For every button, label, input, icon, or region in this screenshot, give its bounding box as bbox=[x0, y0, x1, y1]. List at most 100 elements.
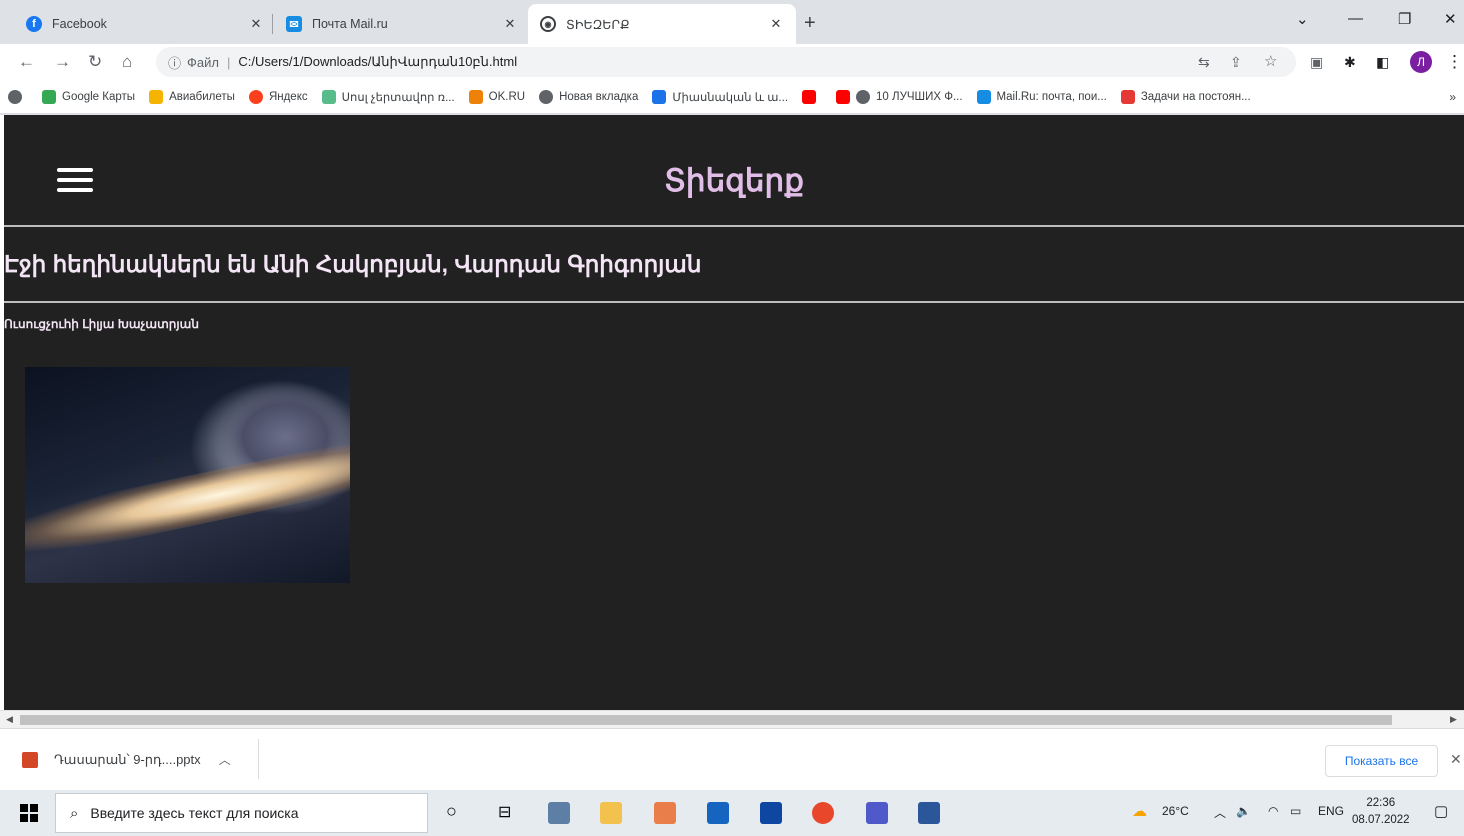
address-url[interactable]: C:/Users/1/Downloads/ԱնիՎարդան10բն.html bbox=[238, 54, 517, 70]
show-all-button[interactable]: Показать все bbox=[1325, 745, 1438, 777]
reload-icon[interactable]: ↻ bbox=[88, 52, 102, 72]
page-viewport: Տիեզերք Էջի հեղինակներն են Անի Հակոբյան,… bbox=[0, 115, 1464, 710]
side-panel-icon[interactable]: ◧ bbox=[1376, 54, 1389, 71]
tab-title: Facebook bbox=[52, 17, 107, 31]
file-explorer-icon[interactable] bbox=[600, 802, 622, 824]
minimize-button[interactable]: — bbox=[1348, 10, 1363, 27]
share-icon[interactable]: ⇪ bbox=[1230, 54, 1242, 71]
battery-icon[interactable]: ▭ bbox=[1290, 804, 1301, 818]
home-icon[interactable]: ⌂ bbox=[122, 52, 132, 72]
tab-mail[interactable]: ✉ Почта Mail.ru ✕ bbox=[274, 4, 530, 44]
scroll-right-icon[interactable]: ▶ bbox=[1450, 714, 1457, 725]
notifications-icon[interactable]: ▢ bbox=[1434, 802, 1448, 820]
black-hole-image bbox=[25, 367, 350, 583]
tab-facebook[interactable]: f Facebook ✕ bbox=[14, 4, 276, 44]
horizontal-scrollbar[interactable]: ◀ ▶ bbox=[0, 710, 1464, 728]
app-icon[interactable] bbox=[654, 802, 676, 824]
more-bookmarks-icon[interactable]: » bbox=[1449, 90, 1456, 104]
info-icon[interactable]: ⓘ bbox=[168, 53, 181, 72]
tab-active-page[interactable]: ◉ ՏԻԵԶԵՐՔ ✕ bbox=[528, 4, 796, 44]
teams-icon[interactable] bbox=[866, 802, 888, 824]
page-body: Տիեզերք Էջի հեղինակներն են Անի Հակոբյան,… bbox=[4, 115, 1464, 710]
close-icon[interactable]: ✕ bbox=[502, 16, 518, 32]
forward-icon[interactable]: → bbox=[54, 52, 71, 72]
at-icon bbox=[976, 89, 991, 104]
globe-icon bbox=[539, 89, 554, 104]
restore-button[interactable]: ❐ bbox=[1398, 10, 1411, 28]
mail-icon: ✉ bbox=[286, 16, 302, 32]
close-icon[interactable]: ✕ bbox=[248, 16, 264, 32]
ticket-icon bbox=[149, 89, 164, 104]
language-indicator[interactable]: ENG bbox=[1318, 804, 1344, 818]
weather-icon[interactable]: ☁ bbox=[1132, 802, 1147, 820]
tab-separator bbox=[272, 14, 273, 34]
clock-date: 08.07.2022 bbox=[1352, 814, 1410, 826]
back-icon[interactable]: ← bbox=[18, 52, 35, 72]
youtube-icon bbox=[802, 89, 817, 104]
d-logo-icon bbox=[652, 89, 667, 104]
wifi-icon[interactable]: ◠ bbox=[1268, 804, 1278, 818]
download-file-name: Դասարան՝ 9-րդ....pptx bbox=[54, 751, 201, 767]
scroll-left-icon[interactable]: ◀ bbox=[6, 714, 13, 725]
tab-title: ՏԻԵԶԵՐՔ bbox=[566, 17, 630, 32]
weather-temp[interactable]: 26°C bbox=[1162, 804, 1189, 818]
divider bbox=[258, 739, 259, 779]
search-placeholder: Введите здесь текст для поиска bbox=[90, 805, 299, 821]
tab-search-icon[interactable]: ⌄ bbox=[1296, 10, 1309, 28]
bookmarks-bar: Google Карты Авиабилеты Яндекс Սոսլ չերտ… bbox=[0, 80, 1464, 114]
close-icon[interactable]: ✕ bbox=[768, 16, 784, 32]
bookmark-star-icon[interactable]: ☆ bbox=[1264, 52, 1277, 70]
facebook-icon: f bbox=[26, 16, 42, 32]
chrome-icon[interactable] bbox=[812, 802, 834, 824]
address-bar[interactable]: ⓘ Файл | C:/Users/1/Downloads/ԱնիՎարդան1… bbox=[156, 47, 1296, 77]
app-icon[interactable] bbox=[548, 802, 570, 824]
tab-title: Почта Mail.ru bbox=[312, 17, 388, 31]
bookmark-mail-ru[interactable]: Mail.Ru: почта, пои... bbox=[976, 89, 1107, 104]
window-close-button[interactable]: ✕ bbox=[1444, 10, 1457, 28]
globe-icon bbox=[856, 89, 871, 104]
bookmark-aviabilety[interactable]: Авиабилеты bbox=[149, 89, 235, 104]
ok-icon bbox=[468, 89, 483, 104]
globe-icon: ◉ bbox=[540, 16, 556, 32]
address-scheme-label: Файл bbox=[187, 54, 219, 70]
task-view-icon[interactable]: ⊟ bbox=[498, 802, 520, 824]
tasks-icon bbox=[1120, 89, 1135, 104]
store-icon[interactable] bbox=[760, 802, 782, 824]
extensions-puzzle-icon[interactable]: ✱ bbox=[1344, 54, 1356, 71]
windows-start-icon[interactable] bbox=[20, 804, 38, 822]
clock-time: 22:36 bbox=[1366, 797, 1396, 809]
address-separator: | bbox=[226, 54, 231, 70]
taskbar-search-input[interactable]: ⌕ Введите здесь текст для поиска bbox=[55, 793, 428, 833]
scrollbar-thumb[interactable] bbox=[20, 715, 1392, 725]
volume-icon[interactable]: 🔈 bbox=[1236, 804, 1251, 818]
bookmark-google-maps[interactable]: Google Карты bbox=[42, 89, 135, 104]
download-item[interactable]: Դասարան՝ 9-րդ....pptx ︿ bbox=[22, 751, 231, 768]
word-icon[interactable] bbox=[918, 802, 940, 824]
bookmark-top10[interactable]: 10 ЛУЧШИХ Ф... bbox=[836, 89, 963, 104]
browser-toolbar: ← → ↻ ⌂ ⓘ Файл | C:/Users/1/Downloads/Ան… bbox=[0, 44, 1464, 80]
bookmark-yandex[interactable]: Яндекс bbox=[248, 89, 308, 104]
yandex-icon bbox=[248, 89, 263, 104]
close-icon[interactable]: ✕ bbox=[1450, 751, 1462, 768]
maps-pin-icon bbox=[42, 89, 56, 104]
bookmark-youtube[interactable] bbox=[802, 89, 822, 104]
chevron-up-icon[interactable]: ︿ bbox=[219, 751, 231, 768]
translate-icon[interactable]: ⇆ bbox=[1198, 54, 1210, 71]
avatar[interactable]: Л bbox=[1410, 51, 1432, 73]
mail-icon[interactable] bbox=[707, 802, 729, 824]
menu-dots-icon[interactable]: ⋮ bbox=[1446, 52, 1463, 72]
bookmark-tasks[interactable]: Задачи на постоян... bbox=[1120, 89, 1251, 104]
bookmark-new-tab[interactable]: Новая вкладка bbox=[539, 89, 638, 104]
clock[interactable]: 22:36 08.07.2022 bbox=[1352, 795, 1410, 829]
extension-icon[interactable]: ▣ bbox=[1310, 54, 1323, 71]
bookmark-armenian-2[interactable]: Միասնական և ա... bbox=[652, 89, 788, 104]
download-bar: Դասարան՝ 9-րդ....pptx ︿ Показать все ✕ bbox=[0, 728, 1464, 790]
apps-icon[interactable] bbox=[8, 89, 28, 104]
site-title: Տիեզերք bbox=[664, 163, 804, 198]
bookmark-armenian-1[interactable]: Սոսլ չերտավոր ռ... bbox=[321, 89, 455, 104]
site-header: Տիեզերք bbox=[4, 115, 1464, 227]
bookmark-ok-ru[interactable]: OK.RU bbox=[468, 89, 525, 104]
new-tab-button[interactable]: + bbox=[804, 12, 816, 35]
chevron-up-icon[interactable]: ︿ bbox=[1214, 804, 1226, 821]
cortana-icon[interactable]: ○ bbox=[446, 801, 468, 823]
